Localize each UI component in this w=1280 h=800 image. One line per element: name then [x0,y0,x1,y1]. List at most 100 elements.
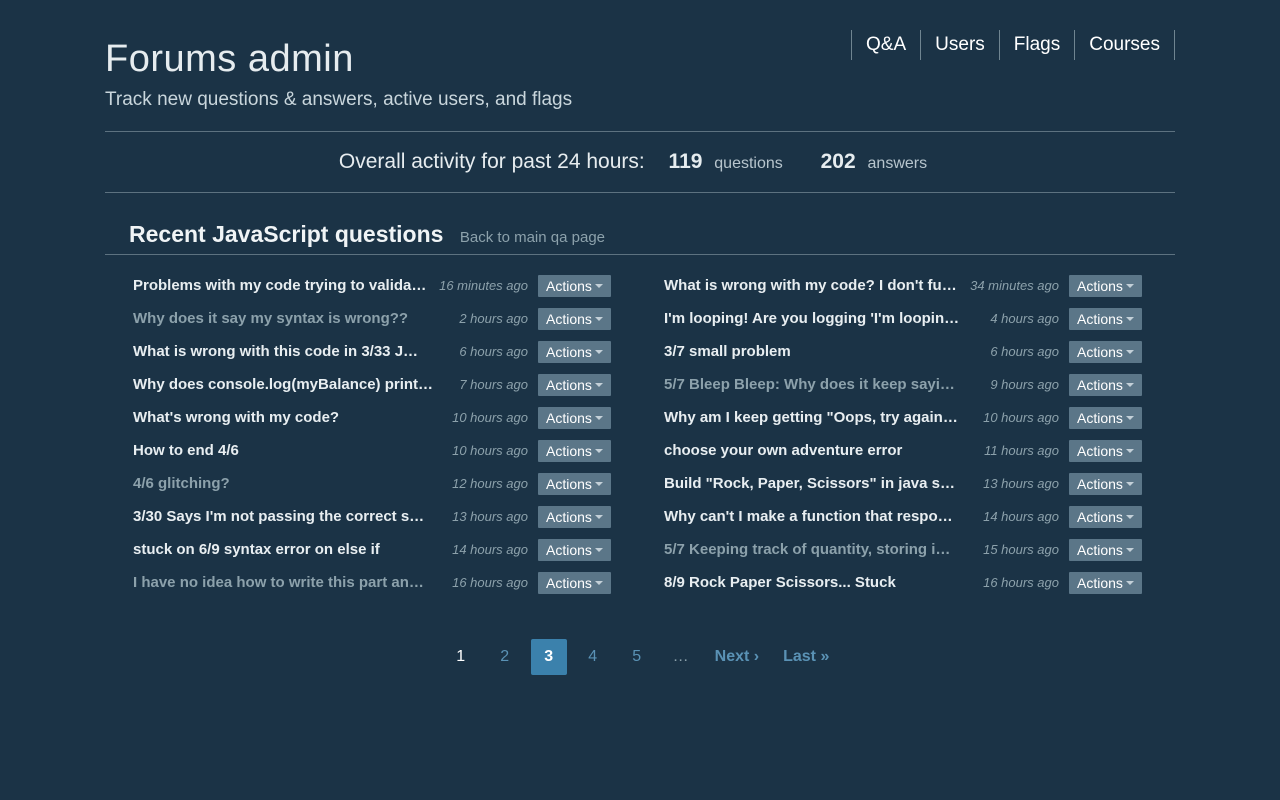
page-4[interactable]: 4 [575,639,611,675]
question-row: Problems with my code trying to valida…1… [109,269,640,302]
page-3-current: 3 [531,639,567,675]
question-time: 10 hours ago [438,443,538,458]
page-5[interactable]: 5 [619,639,655,675]
chevron-down-icon [595,449,603,453]
question-title[interactable]: 3/7 small problem [664,343,969,360]
question-title[interactable]: 5/7 Keeping track of quantity, storing i… [664,541,969,558]
page-last[interactable]: Last » [775,639,837,675]
question-row: 3/7 small problem6 hours agoActions [640,335,1171,368]
question-row: stuck on 6/9 syntax error on else if14 h… [109,533,640,566]
chevron-down-icon [595,383,603,387]
actions-button-label: Actions [1077,575,1123,591]
question-time: 15 hours ago [969,542,1069,557]
actions-button[interactable]: Actions [538,506,611,528]
actions-button[interactable]: Actions [538,473,611,495]
question-title[interactable]: Why does console.log(myBalance) print… [133,376,438,393]
question-row: Why does console.log(myBalance) print…7 … [109,368,640,401]
actions-button-label: Actions [1077,410,1123,426]
page-subtitle: Track new questions & answers, active us… [105,89,572,111]
actions-button[interactable]: Actions [1069,539,1142,561]
questions-label: questions [714,155,783,172]
question-title[interactable]: How to end 4/6 [133,442,438,459]
question-title[interactable]: I'm looping! Are you logging 'I'm loopin… [664,310,969,327]
actions-button[interactable]: Actions [1069,341,1142,363]
questions-column-right: What is wrong with my code? I don't fu… 3… [640,269,1171,599]
actions-button-label: Actions [546,542,592,558]
actions-button[interactable]: Actions [1069,572,1142,594]
chevron-down-icon [1126,482,1134,486]
nav-users[interactable]: Users [920,30,999,60]
chevron-down-icon [595,548,603,552]
question-title[interactable]: Why am I keep getting "Oops, try again… [664,409,969,426]
question-time: 13 hours ago [438,509,538,524]
actions-button-label: Actions [546,377,592,393]
actions-button[interactable]: Actions [538,407,611,429]
question-title[interactable]: Problems with my code trying to valida… [133,277,438,294]
question-time: 14 hours ago [438,542,538,557]
question-time: 14 hours ago [969,509,1069,524]
question-time: 16 hours ago [969,575,1069,590]
question-title[interactable]: What's wrong with my code? [133,409,438,426]
questions-count: 119 [669,150,703,173]
answers-count: 202 [821,150,856,173]
question-time: 2 hours ago [438,311,538,326]
question-title[interactable]: Build "Rock, Paper, Scissors" in java s… [664,475,969,492]
page-1[interactable]: 1 [443,639,479,675]
page-2[interactable]: 2 [487,639,523,675]
chevron-down-icon [1126,449,1134,453]
actions-button[interactable]: Actions [538,308,611,330]
question-title[interactable]: stuck on 6/9 syntax error on else if [133,541,438,558]
activity-label: Overall activity for past 24 hours: [339,150,645,173]
actions-button-label: Actions [1077,476,1123,492]
question-title[interactable]: What is wrong with this code in 3/33 J… [133,343,438,360]
actions-button[interactable]: Actions [1069,506,1142,528]
question-title[interactable]: 4/6 glitching? [133,475,438,492]
nav-qa[interactable]: Q&A [851,30,920,60]
actions-button[interactable]: Actions [1069,275,1142,297]
actions-button[interactable]: Actions [1069,308,1142,330]
question-title[interactable]: I have no idea how to write this part an… [133,574,438,591]
question-row: I have no idea how to write this part an… [109,566,640,599]
questions-column-left: Problems with my code trying to valida…1… [109,269,640,599]
actions-button[interactable]: Actions [538,572,611,594]
question-title[interactable]: 3/30 Says I'm not passing the correct s… [133,508,438,525]
nav-flags[interactable]: Flags [999,30,1074,60]
actions-button-label: Actions [546,278,592,294]
question-title[interactable]: choose your own adventure error [664,442,969,459]
actions-button[interactable]: Actions [1069,407,1142,429]
back-link[interactable]: Back to main qa page [460,229,605,246]
section-header: Recent JavaScript questions Back to main… [105,221,1175,255]
question-title[interactable]: What is wrong with my code? I don't fu… [664,277,969,294]
actions-button[interactable]: Actions [538,539,611,561]
actions-button-label: Actions [546,344,592,360]
question-time: 16 minutes ago [438,278,538,293]
actions-button-label: Actions [1077,311,1123,327]
actions-button[interactable]: Actions [1069,440,1142,462]
question-row: 4/6 glitching?12 hours ago Actions [109,467,640,500]
page-next[interactable]: Next › [707,639,767,675]
actions-button-label: Actions [1077,542,1123,558]
question-title[interactable]: 5/7 Bleep Bleep: Why does it keep sayi… [664,376,969,393]
actions-button[interactable]: Actions [538,374,611,396]
question-title[interactable]: Why can't I make a function that respo… [664,508,969,525]
question-time: 13 hours ago [969,476,1069,491]
question-row: Why does it say my syntax is wrong??2 ho… [109,302,640,335]
chevron-down-icon [595,482,603,486]
question-time: 12 hours ago [438,476,538,491]
question-row: 3/30 Says I'm not passing the correct s…… [109,500,640,533]
actions-button[interactable]: Actions [538,440,611,462]
actions-button[interactable]: Actions [538,341,611,363]
actions-button[interactable]: Actions [538,275,611,297]
actions-button-label: Actions [1077,509,1123,525]
divider [105,192,1175,193]
page-ellipsis: … [663,639,699,675]
actions-button[interactable]: Actions [1069,374,1142,396]
question-title[interactable]: Why does it say my syntax is wrong?? [133,310,438,327]
question-title[interactable]: 8/9 Rock Paper Scissors... Stuck [664,574,969,591]
actions-button-label: Actions [546,476,592,492]
pagination: 1 2 3 4 5 … Next › Last » [105,639,1175,675]
nav-courses[interactable]: Courses [1074,30,1175,60]
actions-button-label: Actions [546,443,592,459]
actions-button-label: Actions [1077,443,1123,459]
actions-button[interactable]: Actions [1069,473,1142,495]
